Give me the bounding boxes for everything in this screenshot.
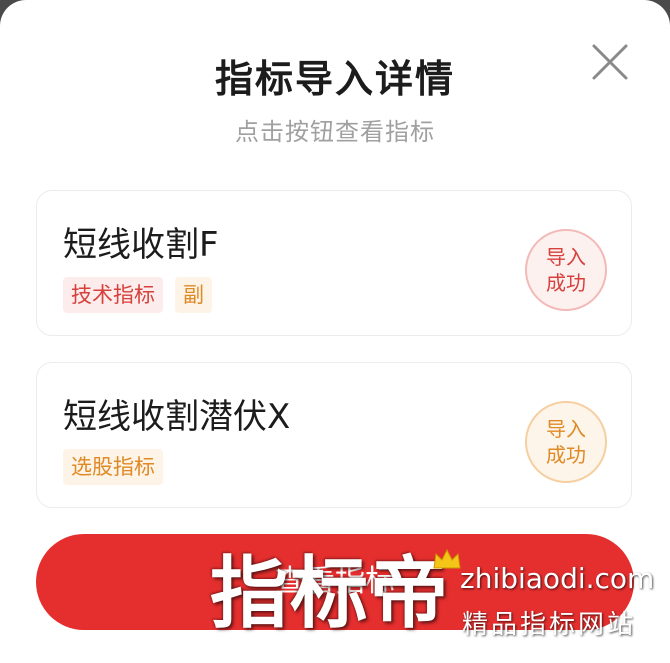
watermark-sub: 精品指标网站 bbox=[462, 610, 637, 640]
tag-technical: 技术指标 bbox=[63, 277, 163, 313]
watermark: 指标帝 zhibiaodi.com 精品指标网站 bbox=[210, 548, 670, 658]
tag-stock-selection: 选股指标 bbox=[63, 449, 163, 485]
import-success-stamp: 导入 成功 bbox=[525, 401, 607, 483]
stamp-line-2: 成功 bbox=[546, 443, 586, 467]
indicator-card-1[interactable]: 短线收割F 技术指标 副 导入 成功 bbox=[36, 190, 632, 336]
import-details-modal: 指标导入详情 点击按钮查看指标 短线收割F 技术指标 副 导入 成功 短线收割潜… bbox=[0, 0, 670, 663]
import-success-stamp: 导入 成功 bbox=[525, 229, 607, 311]
close-icon[interactable] bbox=[588, 40, 632, 84]
watermark-main: 指标帝 bbox=[210, 549, 451, 639]
tag-sub: 副 bbox=[175, 277, 212, 313]
watermark-url: zhibiaodi.com bbox=[460, 562, 655, 595]
stamp-line-1: 导入 bbox=[546, 417, 586, 441]
indicator-card-2[interactable]: 短线收割潜伏X 选股指标 导入 成功 bbox=[36, 362, 632, 508]
indicator-name: 短线收割F bbox=[63, 225, 219, 265]
indicator-tags: 技术指标 副 bbox=[63, 277, 212, 313]
stamp-line-2: 成功 bbox=[546, 271, 586, 295]
indicator-name: 短线收割潜伏X bbox=[63, 397, 291, 437]
crown-icon bbox=[433, 548, 461, 569]
modal-subtitle: 点击按钮查看指标 bbox=[235, 118, 435, 146]
modal-title: 指标导入详情 bbox=[214, 57, 455, 101]
indicator-tags: 选股指标 bbox=[63, 449, 163, 485]
stamp-line-1: 导入 bbox=[546, 245, 586, 269]
